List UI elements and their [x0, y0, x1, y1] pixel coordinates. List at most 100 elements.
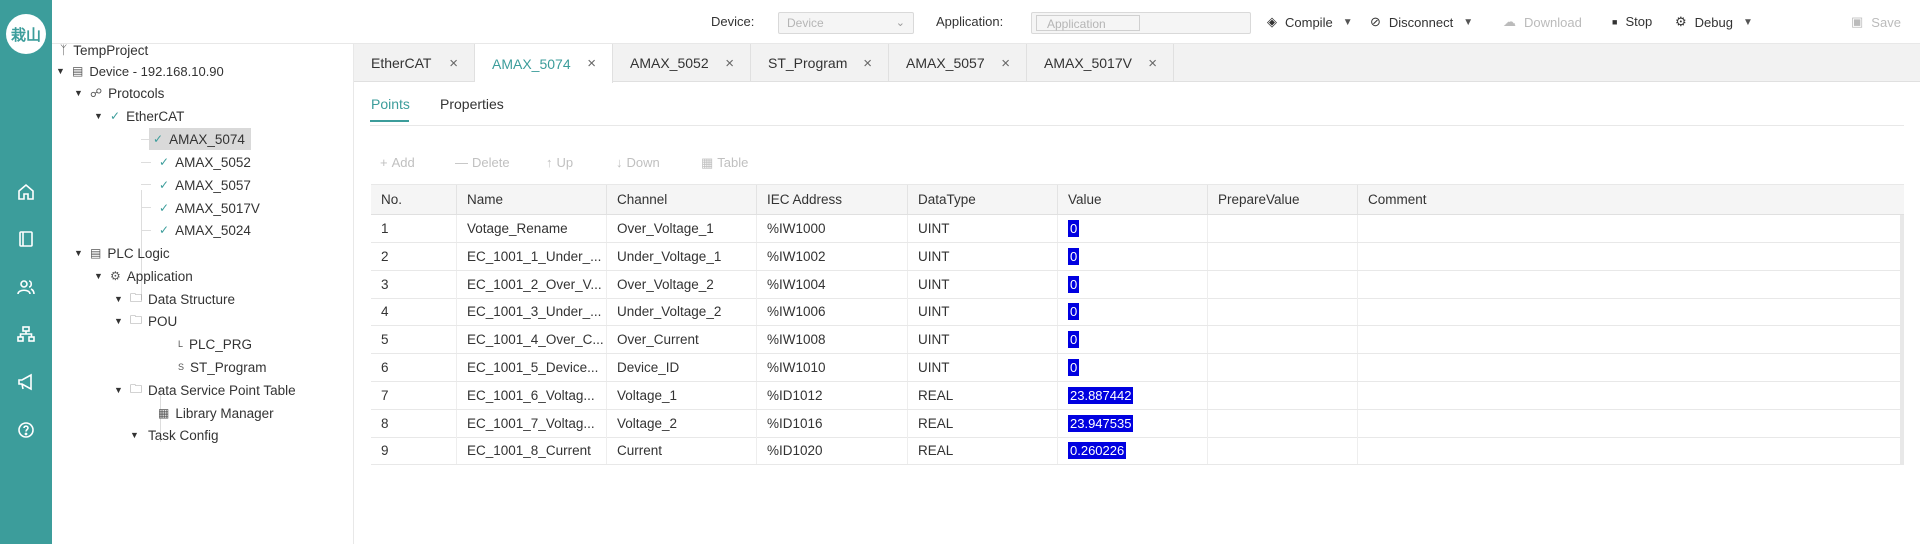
prepare-value-cell[interactable] [1208, 437, 1358, 465]
table-row[interactable]: 5 EC_1001_4_Over_C... Over_Current %IW1008 U… [371, 326, 1904, 355]
application-select[interactable]: Application [1031, 12, 1251, 34]
comment-cell[interactable] [1358, 326, 1904, 354]
prepare-value-cell[interactable] [1208, 242, 1358, 270]
compile-button[interactable]: ◈ Compile ▼ [1267, 14, 1353, 30]
value-cell[interactable]: 23.887442 [1058, 381, 1208, 409]
down-button[interactable]: ↓ Down [616, 155, 660, 170]
tree-item-data-service[interactable]: ▼ 🗀 Data Service Point Table [114, 379, 296, 401]
subtab-properties[interactable]: Properties [440, 96, 504, 112]
delete-button[interactable]: — Delete [455, 155, 510, 170]
value-cell[interactable]: 0 [1058, 242, 1208, 270]
up-button[interactable]: ↑ Up [546, 155, 573, 170]
comment-cell[interactable] [1358, 298, 1904, 326]
comment-cell[interactable] [1358, 270, 1904, 298]
close-icon[interactable]: × [1148, 55, 1157, 72]
tree-item-ethercat[interactable]: ▼ ✓ EtherCAT [94, 105, 184, 127]
close-icon[interactable]: × [725, 55, 734, 72]
home-icon[interactable] [14, 180, 38, 204]
table-row[interactable]: 3 EC_1001_2_Over_V... Over_Voltage_2 %IW100… [371, 270, 1904, 299]
comment-cell[interactable] [1358, 409, 1904, 437]
close-icon[interactable]: × [449, 55, 458, 72]
close-icon[interactable]: × [863, 55, 872, 72]
table-scrollbar[interactable] [1900, 215, 1904, 465]
value-cell[interactable]: 23.947535 [1058, 409, 1208, 437]
tab-amax-5074[interactable]: AMAX_5074 × [475, 44, 613, 83]
tree-item-application[interactable]: ▼ ⚙ Application [94, 265, 193, 287]
tree-item-device[interactable]: ▼ ▤ Device - 192.168.10.90 [56, 60, 224, 82]
prepare-value-cell[interactable] [1208, 298, 1358, 326]
tree-item-module[interactable]: ✓ AMAX_5057 [159, 174, 251, 196]
tree-item-data-structure[interactable]: ▼ 🗀 Data Structure [114, 288, 235, 310]
name-cell[interactable]: EC_1001_1_Under_... [457, 242, 607, 270]
column-header[interactable]: Name [457, 185, 607, 214]
debug-button[interactable]: ⚙ Debug ▼ [1675, 14, 1753, 30]
close-icon[interactable]: × [1001, 55, 1010, 72]
value-cell[interactable]: 0 [1058, 270, 1208, 298]
stop-button[interactable]: ■ Stop [1612, 14, 1652, 29]
tab-ethercat[interactable]: EtherCAT × [354, 44, 475, 82]
comment-cell[interactable] [1358, 381, 1904, 409]
tree-item-plc-prg[interactable]: L PLC_PRG [178, 333, 252, 355]
tree-item-pou[interactable]: ▼ 🗀 POU [114, 310, 177, 332]
application-input[interactable]: Application [1036, 15, 1140, 31]
tree-item-module[interactable]: ✓ AMAX_5052 [159, 151, 251, 173]
network-icon[interactable] [14, 322, 38, 346]
column-header[interactable]: Comment [1358, 185, 1904, 214]
value-cell[interactable]: 0 [1058, 354, 1208, 381]
table-row[interactable]: 8 EC_1001_7_Voltag... Voltage_2 %ID1016 REAL… [371, 409, 1904, 438]
help-icon[interactable] [14, 418, 38, 442]
prepare-value-cell[interactable] [1208, 270, 1358, 298]
megaphone-icon[interactable] [14, 370, 38, 394]
tree-item-protocols[interactable]: ▼ ☍ Protocols [74, 82, 164, 104]
tree-item-module[interactable]: ✓ AMAX_5024 [159, 219, 251, 241]
comment-cell[interactable] [1358, 215, 1904, 242]
comment-cell[interactable] [1358, 242, 1904, 270]
table-row[interactable]: 7 EC_1001_6_Voltag... Voltage_1 %ID1012 REAL… [371, 381, 1904, 410]
comment-cell[interactable] [1358, 437, 1904, 465]
name-cell[interactable]: EC_1001_8_Current [457, 437, 607, 465]
table-row[interactable]: 9 EC_1001_8_Current Current %ID1020 REAL 0.26… [371, 437, 1904, 466]
prepare-value-cell[interactable] [1208, 381, 1358, 409]
value-cell[interactable]: 0.260226 [1058, 437, 1208, 465]
name-cell[interactable]: Votage_Rename [457, 215, 607, 242]
tree-item-module[interactable]: ✓ AMAX_5074 [149, 128, 251, 150]
table-row[interactable]: 4 EC_1001_3_Under_... Under_Voltage_2 %IW10… [371, 298, 1904, 327]
name-cell[interactable]: EC_1001_3_Under_... [457, 298, 607, 326]
name-cell[interactable]: EC_1001_7_Voltag... [457, 409, 607, 437]
tree-item-plc-logic[interactable]: ▼ ▤ PLC Logic [74, 242, 170, 264]
prepare-value-cell[interactable] [1208, 354, 1358, 381]
column-header[interactable]: PrepareValue [1208, 185, 1358, 214]
name-cell[interactable]: EC_1001_5_Device... [457, 354, 607, 381]
tree-item-st-program[interactable]: S ST_Program [178, 356, 267, 378]
book-icon[interactable] [14, 227, 38, 251]
value-cell[interactable]: 0 [1058, 215, 1208, 242]
users-icon[interactable] [14, 275, 38, 299]
value-cell[interactable]: 0 [1058, 326, 1208, 354]
save-button[interactable]: ▣ Save [1851, 14, 1901, 30]
name-cell[interactable]: EC_1001_6_Voltag... [457, 381, 607, 409]
column-header[interactable]: Channel [607, 185, 757, 214]
comment-cell[interactable] [1358, 354, 1904, 381]
column-header[interactable]: Value [1058, 185, 1208, 214]
prepare-value-cell[interactable] [1208, 409, 1358, 437]
tab-amax-5052[interactable]: AMAX_5052 × [613, 44, 751, 82]
tab-st-program[interactable]: ST_Program × [751, 44, 889, 82]
tab-amax-5017v[interactable]: AMAX_5017V × [1027, 44, 1174, 82]
download-button[interactable]: ☁ Download [1503, 14, 1582, 30]
close-icon[interactable]: × [587, 55, 596, 72]
prepare-value-cell[interactable] [1208, 326, 1358, 354]
tree-item-library[interactable]: ▦ Library Manager [158, 402, 274, 424]
column-header[interactable]: IEC Address [757, 185, 908, 214]
table-row[interactable]: 6 EC_1001_5_Device... Device_ID %IW1010 UINT… [371, 354, 1904, 382]
name-cell[interactable]: EC_1001_4_Over_C... [457, 326, 607, 354]
name-cell[interactable]: EC_1001_2_Over_V... [457, 270, 607, 298]
table-row[interactable]: 2 EC_1001_1_Under_... Under_Voltage_1 %IW10… [371, 242, 1904, 271]
disconnect-button[interactable]: ⊘ Disconnect ▼ [1370, 14, 1473, 30]
table-row[interactable]: 1 Votage_Rename Over_Voltage_1 %IW1000 UINT 0 [371, 215, 1904, 243]
prepare-value-cell[interactable] [1208, 215, 1358, 242]
column-header[interactable]: No. [371, 185, 457, 214]
subtab-points[interactable]: Points [371, 96, 410, 112]
tree-item-module[interactable]: ✓ AMAX_5017V [159, 197, 260, 219]
device-select[interactable]: Device ⌄ [778, 12, 914, 34]
table-button[interactable]: ▦ Table [701, 155, 748, 171]
